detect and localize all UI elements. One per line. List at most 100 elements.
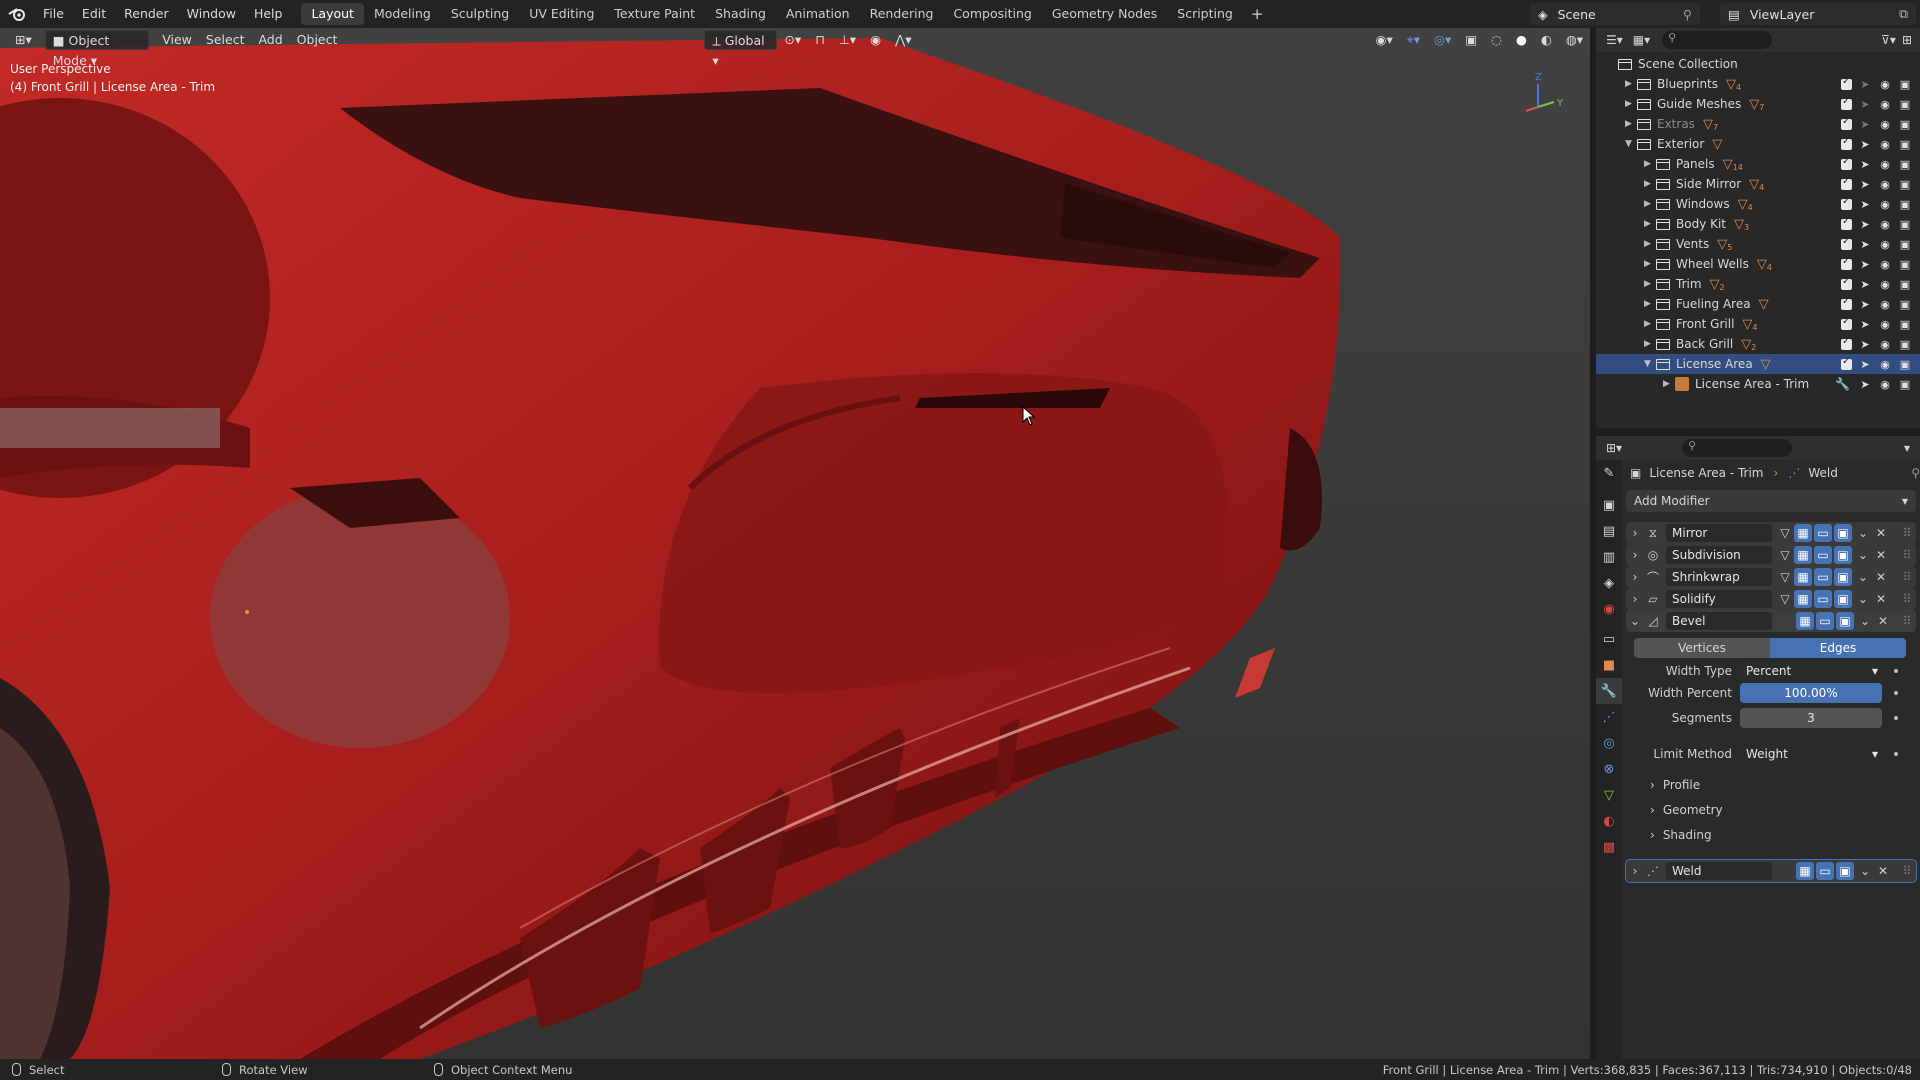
mode-selector[interactable]: ■ Object Mode ▾	[44, 30, 150, 68]
scene-selector[interactable]: ◈ Scene ⚲	[1530, 3, 1700, 25]
tab-rendering[interactable]: Rendering	[860, 3, 944, 25]
render-icon[interactable]: ▣	[1834, 568, 1852, 586]
physics-tab-icon[interactable]: ◎	[1596, 730, 1622, 756]
modifier-name-field[interactable]: Solidify	[1666, 590, 1772, 608]
camera-icon[interactable]: ▣	[1898, 218, 1912, 231]
material-shading-icon[interactable]: ◐	[1534, 30, 1559, 50]
close-icon[interactable]: ✕	[1872, 524, 1890, 542]
expand-right-icon[interactable]: ▶	[1644, 339, 1656, 349]
exclude-checkbox[interactable]	[1841, 176, 1852, 190]
expand-right-icon[interactable]: ▶	[1644, 299, 1656, 309]
view-layer-tab-icon[interactable]: ▥	[1596, 544, 1622, 570]
cursor-select-icon[interactable]: ➤	[1858, 98, 1872, 111]
render-icon[interactable]: ▣	[1834, 524, 1852, 542]
edit-mode-icon[interactable]: ▦	[1794, 590, 1812, 608]
menu-add[interactable]: Add	[251, 30, 289, 50]
modifier-shrinkwrap[interactable]: › ⌒ Shrinkwrap ▽ ▦ ▭ ▣ ⌄ ✕ ⠿	[1626, 566, 1916, 588]
menu-render[interactable]: Render	[115, 0, 178, 28]
chevron-right-icon[interactable]: ›	[1626, 568, 1644, 586]
realtime-icon[interactable]: ▭	[1814, 524, 1832, 542]
outliner-search-input[interactable]: ⚲	[1662, 31, 1773, 49]
exclude-checkbox[interactable]	[1841, 236, 1852, 250]
expand-right-icon[interactable]: ▶	[1625, 99, 1637, 109]
xray-icon[interactable]: ▣	[1458, 30, 1484, 50]
cursor-select-icon[interactable]: ➤	[1858, 218, 1872, 231]
cursor-select-icon[interactable]: ➤	[1858, 258, 1872, 271]
camera-icon[interactable]: ▣	[1898, 238, 1912, 251]
drag-handle-icon[interactable]: ⠿	[1898, 612, 1916, 630]
menu-window[interactable]: Window	[178, 0, 245, 28]
exclude-checkbox[interactable]	[1841, 136, 1852, 150]
editor-type-button[interactable]: ⊞▾	[8, 30, 39, 50]
eye-icon[interactable]: ◉	[1878, 318, 1892, 331]
eye-icon[interactable]: ◉	[1878, 138, 1892, 151]
width-type-select[interactable]: Percent ▾	[1740, 661, 1882, 681]
exclude-checkbox[interactable]	[1841, 216, 1852, 230]
render-icon[interactable]: ▣	[1836, 612, 1854, 630]
expand-right-icon[interactable]: ▶	[1663, 379, 1675, 389]
modifier-tab-icon[interactable]: 🔧	[1596, 678, 1622, 704]
outliner-item[interactable]: ▼ License Area ▽ ➤ ◉ ▣	[1596, 354, 1920, 374]
modifier-name-field[interactable]: Weld	[1666, 862, 1772, 880]
camera-icon[interactable]: ▣	[1898, 378, 1912, 391]
chevron-right-icon[interactable]: ›	[1626, 862, 1644, 880]
material-tab-icon[interactable]: ◐	[1596, 808, 1622, 834]
camera-icon[interactable]: ▣	[1898, 358, 1912, 371]
outliner-item[interactable]: ▼ Exterior ▽ ➤ ◉ ▣	[1596, 134, 1920, 154]
view-layer-selector[interactable]: ▤ ViewLayer ⧉	[1720, 3, 1916, 25]
expand-right-icon[interactable]: ▶	[1625, 79, 1637, 89]
keyframe-dot[interactable]	[1894, 752, 1898, 756]
edit-mode-cage-icon[interactable]: ▽	[1776, 524, 1794, 542]
chevron-right-icon[interactable]: ›	[1626, 546, 1644, 564]
eye-icon[interactable]: ◉	[1878, 298, 1892, 311]
chevron-right-icon[interactable]: ›	[1626, 590, 1644, 608]
edit-mode-icon[interactable]: ▦	[1794, 546, 1812, 564]
properties-editor-icon[interactable]: ⊞▾	[1606, 441, 1622, 455]
realtime-icon[interactable]: ▭	[1814, 546, 1832, 564]
menu-object[interactable]: Object	[290, 30, 345, 50]
modifier-weld[interactable]: › ⋰ Weld ▦ ▭ ▣ ⌄ ✕ ⠿	[1625, 859, 1917, 883]
modifier-bevel[interactable]: ⌄ ◿ Bevel ▦ ▭ ▣ ⌄ ✕ ⠿	[1626, 610, 1916, 632]
add-modifier-button[interactable]: Add Modifier ▾	[1626, 490, 1916, 512]
object-tab-icon[interactable]: ■	[1596, 652, 1622, 678]
outliner-item[interactable]: ▶ Guide Meshes ▽7 ➤ ◉ ▣	[1596, 94, 1920, 114]
modifier-name-field[interactable]: Subdivision	[1666, 546, 1772, 564]
cursor-select-icon[interactable]: ➤	[1858, 278, 1872, 291]
chevron-down-icon[interactable]: ⌄	[1626, 612, 1644, 630]
modifier-name-field[interactable]: Mirror	[1666, 524, 1772, 542]
realtime-icon[interactable]: ▭	[1816, 862, 1834, 880]
edit-mode-cage-icon[interactable]: ▽	[1776, 546, 1794, 564]
exclude-checkbox[interactable]	[1841, 156, 1852, 170]
eye-icon[interactable]: ◉	[1878, 378, 1892, 391]
menu-help[interactable]: Help	[245, 0, 292, 28]
cursor-select-icon[interactable]: ➤	[1858, 338, 1872, 351]
edit-mode-cage-icon[interactable]: ▽	[1776, 590, 1794, 608]
outliner-item[interactable]: ▶ License Area - Trim 🔧 ➤ ◉ ▣	[1596, 374, 1920, 394]
edit-mode-icon[interactable]: ▦	[1796, 612, 1814, 630]
menu-file[interactable]: File	[34, 0, 73, 28]
collection-tab-icon[interactable]: ▭	[1596, 626, 1622, 652]
navigation-gizmo[interactable]: Z Y	[1508, 62, 1568, 122]
filter-icon[interactable]: ⊽▾	[1881, 33, 1896, 47]
geometry-subpanel[interactable]: › Geometry	[1650, 803, 1723, 817]
menu-select[interactable]: Select	[199, 30, 252, 50]
new-collection-icon[interactable]: ⊞	[1902, 33, 1912, 47]
tab-layout[interactable]: Layout	[301, 3, 364, 25]
keyframe-dot[interactable]	[1894, 716, 1898, 720]
expand-right-icon[interactable]: ▶	[1644, 239, 1656, 249]
camera-icon[interactable]: ▣	[1898, 198, 1912, 211]
menu-edit[interactable]: Edit	[73, 0, 115, 28]
tab-compositing[interactable]: Compositing	[943, 3, 1041, 25]
exclude-checkbox[interactable]	[1841, 276, 1852, 290]
eye-icon[interactable]: ◉	[1878, 278, 1892, 291]
eye-icon[interactable]: ◉	[1878, 98, 1892, 111]
realtime-icon[interactable]: ▭	[1814, 590, 1832, 608]
outliner-item[interactable]: ▶ Windows ▽4 ➤ ◉ ▣	[1596, 194, 1920, 214]
drag-handle-icon[interactable]: ⠿	[1898, 590, 1916, 608]
expand-right-icon[interactable]: ▶	[1644, 259, 1656, 269]
segments-field[interactable]: 3	[1740, 708, 1882, 728]
pivot-point-icon[interactable]: ⊙▾	[777, 30, 808, 50]
outliner-item[interactable]: ▶ Trim ▽2 ➤ ◉ ▣	[1596, 274, 1920, 294]
tab-uv-editing[interactable]: UV Editing	[519, 3, 604, 25]
particles-tab-icon[interactable]: ⋰	[1596, 704, 1622, 730]
